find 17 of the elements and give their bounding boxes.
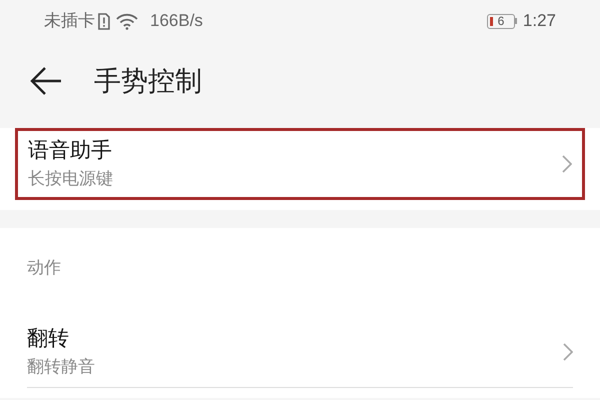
sim-alert-icon <box>98 12 110 30</box>
carrier-text: 未插卡 <box>44 10 95 32</box>
settings-row[interactable]: 翻转 翻转静音 <box>27 316 573 388</box>
section-heading: 动作 <box>27 257 61 280</box>
settings-row[interactable]: 语音助手 长按电源键 <box>15 128 585 200</box>
wifi-icon <box>116 12 138 30</box>
clock-text: 1:27 <box>522 10 556 32</box>
chevron-right-icon <box>562 155 572 173</box>
row-subtitle: 长按电源键 <box>28 168 114 190</box>
chevron-right-icon <box>563 342 573 360</box>
back-icon[interactable] <box>30 66 62 96</box>
page-title: 手势控制 <box>94 64 202 98</box>
network-speed-text: 166B/s <box>150 10 203 32</box>
row-subtitle: 翻转静音 <box>27 356 96 378</box>
battery-level-text: 6 <box>498 15 504 27</box>
row-title: 语音助手 <box>28 138 113 164</box>
row-title: 翻转 <box>27 326 70 352</box>
